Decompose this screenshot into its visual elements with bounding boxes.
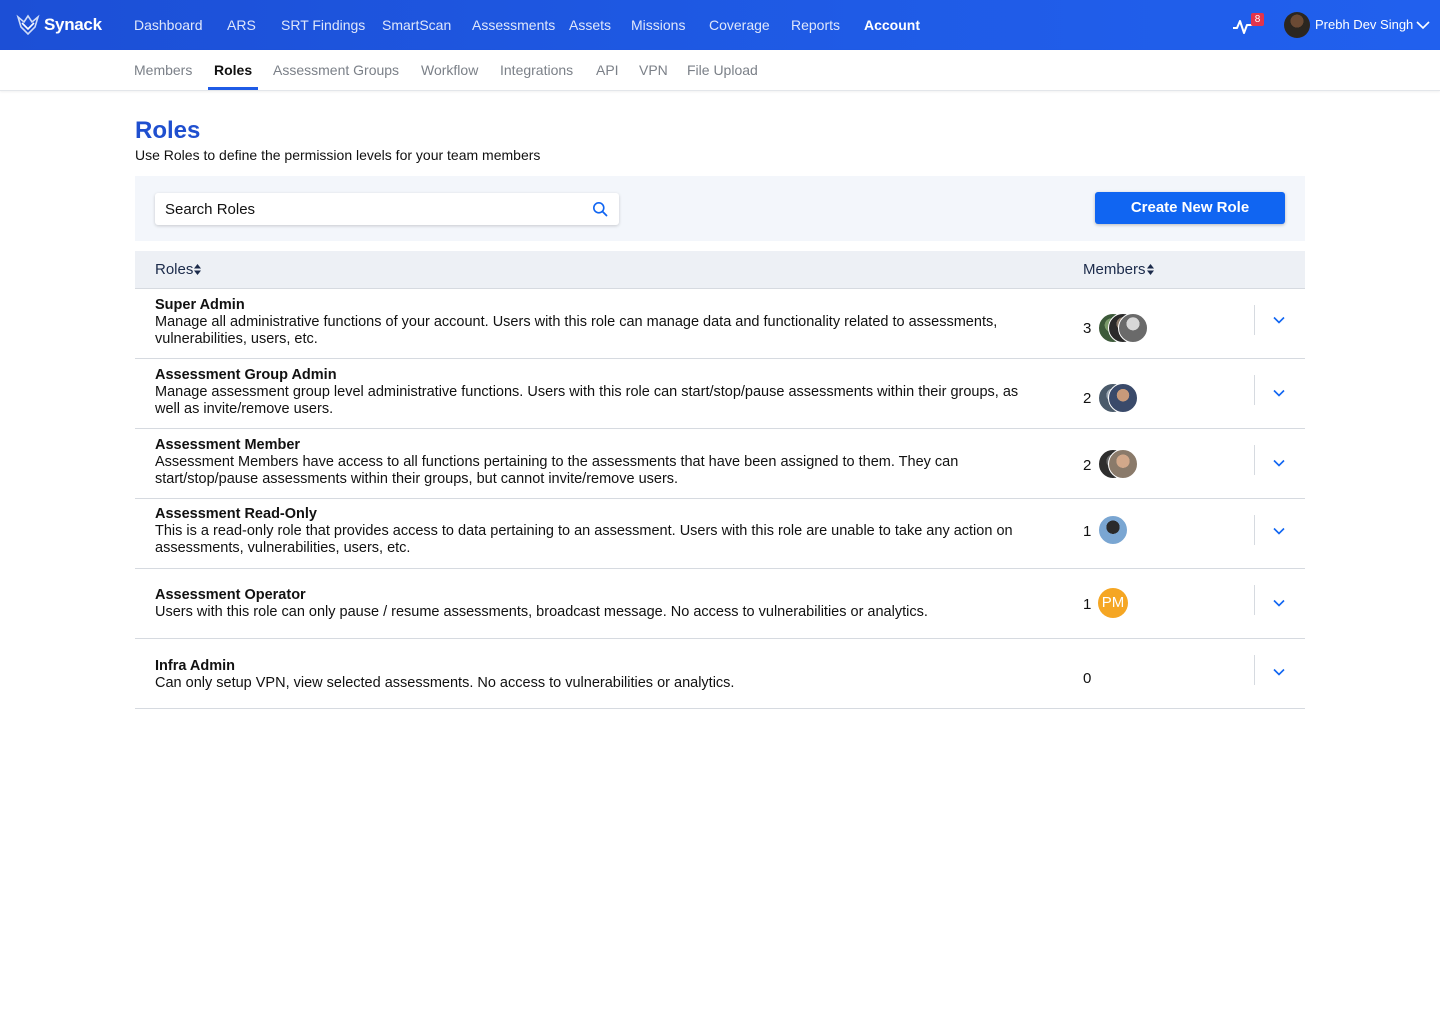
chevron-down-icon[interactable] [1416, 18, 1430, 32]
page-subtitle: Use Roles to define the permission level… [135, 147, 541, 163]
nav-reports[interactable]: Reports [791, 0, 840, 50]
avatar[interactable] [1108, 449, 1138, 479]
nav-account[interactable]: Account [864, 0, 920, 50]
table-row[interactable]: Super Admin Manage all administrative fu… [135, 289, 1305, 359]
row-divider [1254, 515, 1255, 545]
row-divider [1254, 305, 1255, 335]
role-info: Infra Admin Can only setup VPN, view sel… [155, 658, 1035, 692]
tab-api[interactable]: API [596, 50, 619, 90]
nav-ars[interactable]: ARS [227, 0, 256, 50]
member-count: 0 [1083, 670, 1092, 687]
brand-logo[interactable]: Synack [16, 13, 102, 37]
chevron-down-icon[interactable] [1272, 596, 1286, 610]
avatar[interactable] [1098, 515, 1128, 545]
role-name: Super Admin [155, 297, 245, 313]
role-info: Assessment Member Assessment Members hav… [155, 437, 1035, 488]
roles-table-header: Roles Members [135, 251, 1305, 289]
role-description: Manage assessment group level administra… [155, 384, 1019, 417]
role-name: Assessment Group Admin [155, 367, 337, 383]
role-name: Assessment Operator [155, 587, 306, 603]
tab-members[interactable]: Members [134, 50, 192, 90]
avatar-initials[interactable]: PM [1098, 588, 1128, 618]
role-name: Infra Admin [155, 658, 236, 674]
member-count: 2 [1083, 457, 1092, 474]
role-description: This is a read-only role that provides a… [155, 523, 1013, 556]
search-icon[interactable] [592, 201, 608, 217]
nav-coverage[interactable]: Coverage [709, 0, 770, 50]
row-divider [1254, 445, 1255, 475]
table-row[interactable]: Assessment Operator Users with this role… [135, 569, 1305, 639]
user-name[interactable]: Prebh Dev Singh [1315, 0, 1413, 50]
row-divider [1254, 375, 1255, 405]
roles-toolbar: Create New Role [135, 176, 1305, 241]
role-description: Manage all administrative functions of y… [155, 314, 998, 347]
chevron-down-icon[interactable] [1272, 386, 1286, 400]
sort-icon[interactable] [194, 264, 202, 275]
nav-srt-findings[interactable]: SRT Findings [281, 0, 365, 50]
search-input[interactable] [155, 193, 585, 225]
chevron-down-icon[interactable] [1272, 665, 1286, 679]
column-header-members[interactable]: Members [1083, 251, 1154, 289]
member-count: 2 [1083, 390, 1092, 407]
top-navbar: Synack Dashboard ARS SRT Findings SmartS… [0, 0, 1440, 50]
role-name: Assessment Read-Only [155, 506, 317, 522]
column-header-roles-label: Roles [155, 261, 194, 278]
tab-integrations[interactable]: Integrations [500, 50, 573, 90]
chevron-down-icon[interactable] [1272, 313, 1286, 327]
tab-roles[interactable]: Roles [214, 50, 252, 90]
table-row[interactable]: Infra Admin Can only setup VPN, view sel… [135, 639, 1305, 709]
page-title: Roles [135, 117, 201, 144]
role-description: Users with this role can only pause / re… [155, 604, 928, 620]
avatar[interactable] [1118, 313, 1148, 343]
synack-logo-icon [16, 14, 40, 36]
avatar[interactable] [1108, 383, 1138, 413]
sort-icon[interactable] [1146, 264, 1154, 275]
tab-assessment-groups[interactable]: Assessment Groups [273, 50, 399, 90]
member-count: 3 [1083, 320, 1092, 337]
tab-file-upload[interactable]: File Upload [687, 50, 758, 90]
create-new-role-button[interactable]: Create New Role [1095, 192, 1285, 224]
chevron-down-icon[interactable] [1272, 524, 1286, 538]
role-description: Assessment Members have access to all fu… [155, 454, 959, 487]
nav-assessments[interactable]: Assessments [472, 0, 555, 50]
active-tab-indicator [208, 87, 258, 90]
row-divider [1254, 585, 1255, 615]
tab-vpn[interactable]: VPN [639, 50, 668, 90]
table-row[interactable]: Assessment Member Assessment Members hav… [135, 429, 1305, 499]
tab-workflow[interactable]: Workflow [421, 50, 478, 90]
sub-navbar: Members Roles Assessment Groups Workflow… [0, 50, 1440, 91]
nav-assets[interactable]: Assets [569, 0, 611, 50]
nav-missions[interactable]: Missions [631, 0, 685, 50]
table-row[interactable]: Assessment Read-Only This is a read-only… [135, 499, 1305, 569]
user-avatar[interactable] [1284, 12, 1310, 38]
role-info: Super Admin Manage all administrative fu… [155, 297, 1035, 348]
chevron-down-icon[interactable] [1272, 456, 1286, 470]
member-count: 1 [1083, 596, 1092, 613]
role-info: Assessment Group Admin Manage assessment… [155, 367, 1035, 418]
role-description: Can only setup VPN, view selected assess… [155, 675, 735, 691]
column-header-members-label: Members [1083, 261, 1146, 278]
row-divider [1254, 655, 1255, 685]
role-info: Assessment Operator Users with this role… [155, 587, 1035, 621]
role-name: Assessment Member [155, 437, 301, 453]
notification-badge: 8 [1251, 13, 1264, 26]
nav-smartscan[interactable]: SmartScan [382, 0, 451, 50]
search-box[interactable] [155, 193, 619, 225]
table-row[interactable]: Assessment Group Admin Manage assessment… [135, 359, 1305, 429]
brand-name: Synack [44, 15, 102, 34]
column-header-roles[interactable]: Roles [155, 251, 202, 289]
member-count: 1 [1083, 523, 1092, 540]
role-info: Assessment Read-Only This is a read-only… [155, 506, 1035, 557]
nav-dashboard[interactable]: Dashboard [134, 0, 203, 50]
